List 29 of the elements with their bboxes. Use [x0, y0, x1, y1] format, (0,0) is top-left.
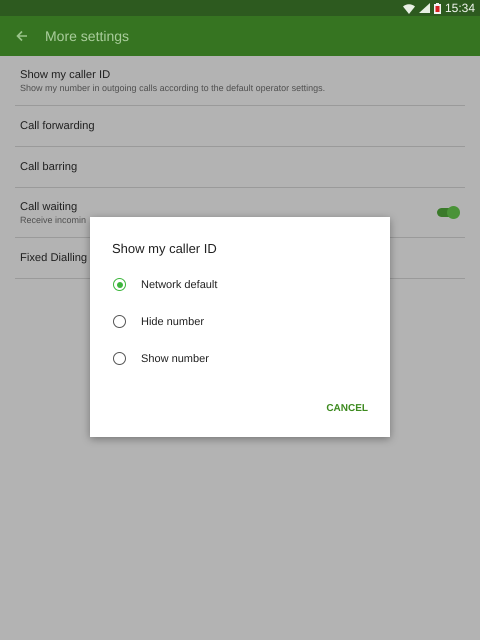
setting-title: Fixed Dialling	[20, 252, 88, 264]
back-button[interactable]	[16, 29, 30, 43]
radio-option[interactable]: Network default	[112, 266, 368, 303]
radio-button[interactable]	[113, 278, 126, 291]
setting-description: Show my number in outgoing calls according to the default operator settings.	[20, 82, 326, 92]
option-label: Show number	[141, 352, 209, 364]
cancel-button[interactable]: CANCEL	[326, 399, 368, 418]
status-time: 15:34	[444, 1, 475, 15]
battery-icon	[434, 2, 441, 14]
dialog-title: Show my caller ID	[112, 241, 218, 256]
settings-item[interactable]: Show my caller ID Show my number in outgoing calls according to the default operator settings.	[15, 56, 465, 106]
wifi-icon	[402, 2, 415, 14]
radio-option[interactable]: Show number	[112, 340, 368, 377]
option-label: Hide number	[141, 316, 204, 328]
signal-icon	[418, 3, 430, 13]
settings-item[interactable]: Call barring	[15, 147, 465, 188]
setting-title: Call barring	[20, 161, 78, 173]
option-label: Network default	[141, 278, 218, 290]
screen-title: More settings	[45, 28, 130, 44]
radio-button[interactable]	[113, 352, 126, 365]
radio-option[interactable]: Hide number	[112, 303, 368, 340]
setting-title: Show my caller ID	[20, 68, 112, 80]
settings-item[interactable]: Call forwarding	[15, 106, 465, 147]
toggle-switch[interactable]	[437, 208, 457, 217]
radio-button[interactable]	[113, 315, 126, 328]
setting-title: Call waiting	[20, 200, 78, 212]
setting-title: Call forwarding	[20, 120, 96, 132]
back-arrow-icon	[16, 30, 28, 42]
setting-description: Receive incomin	[20, 214, 88, 224]
